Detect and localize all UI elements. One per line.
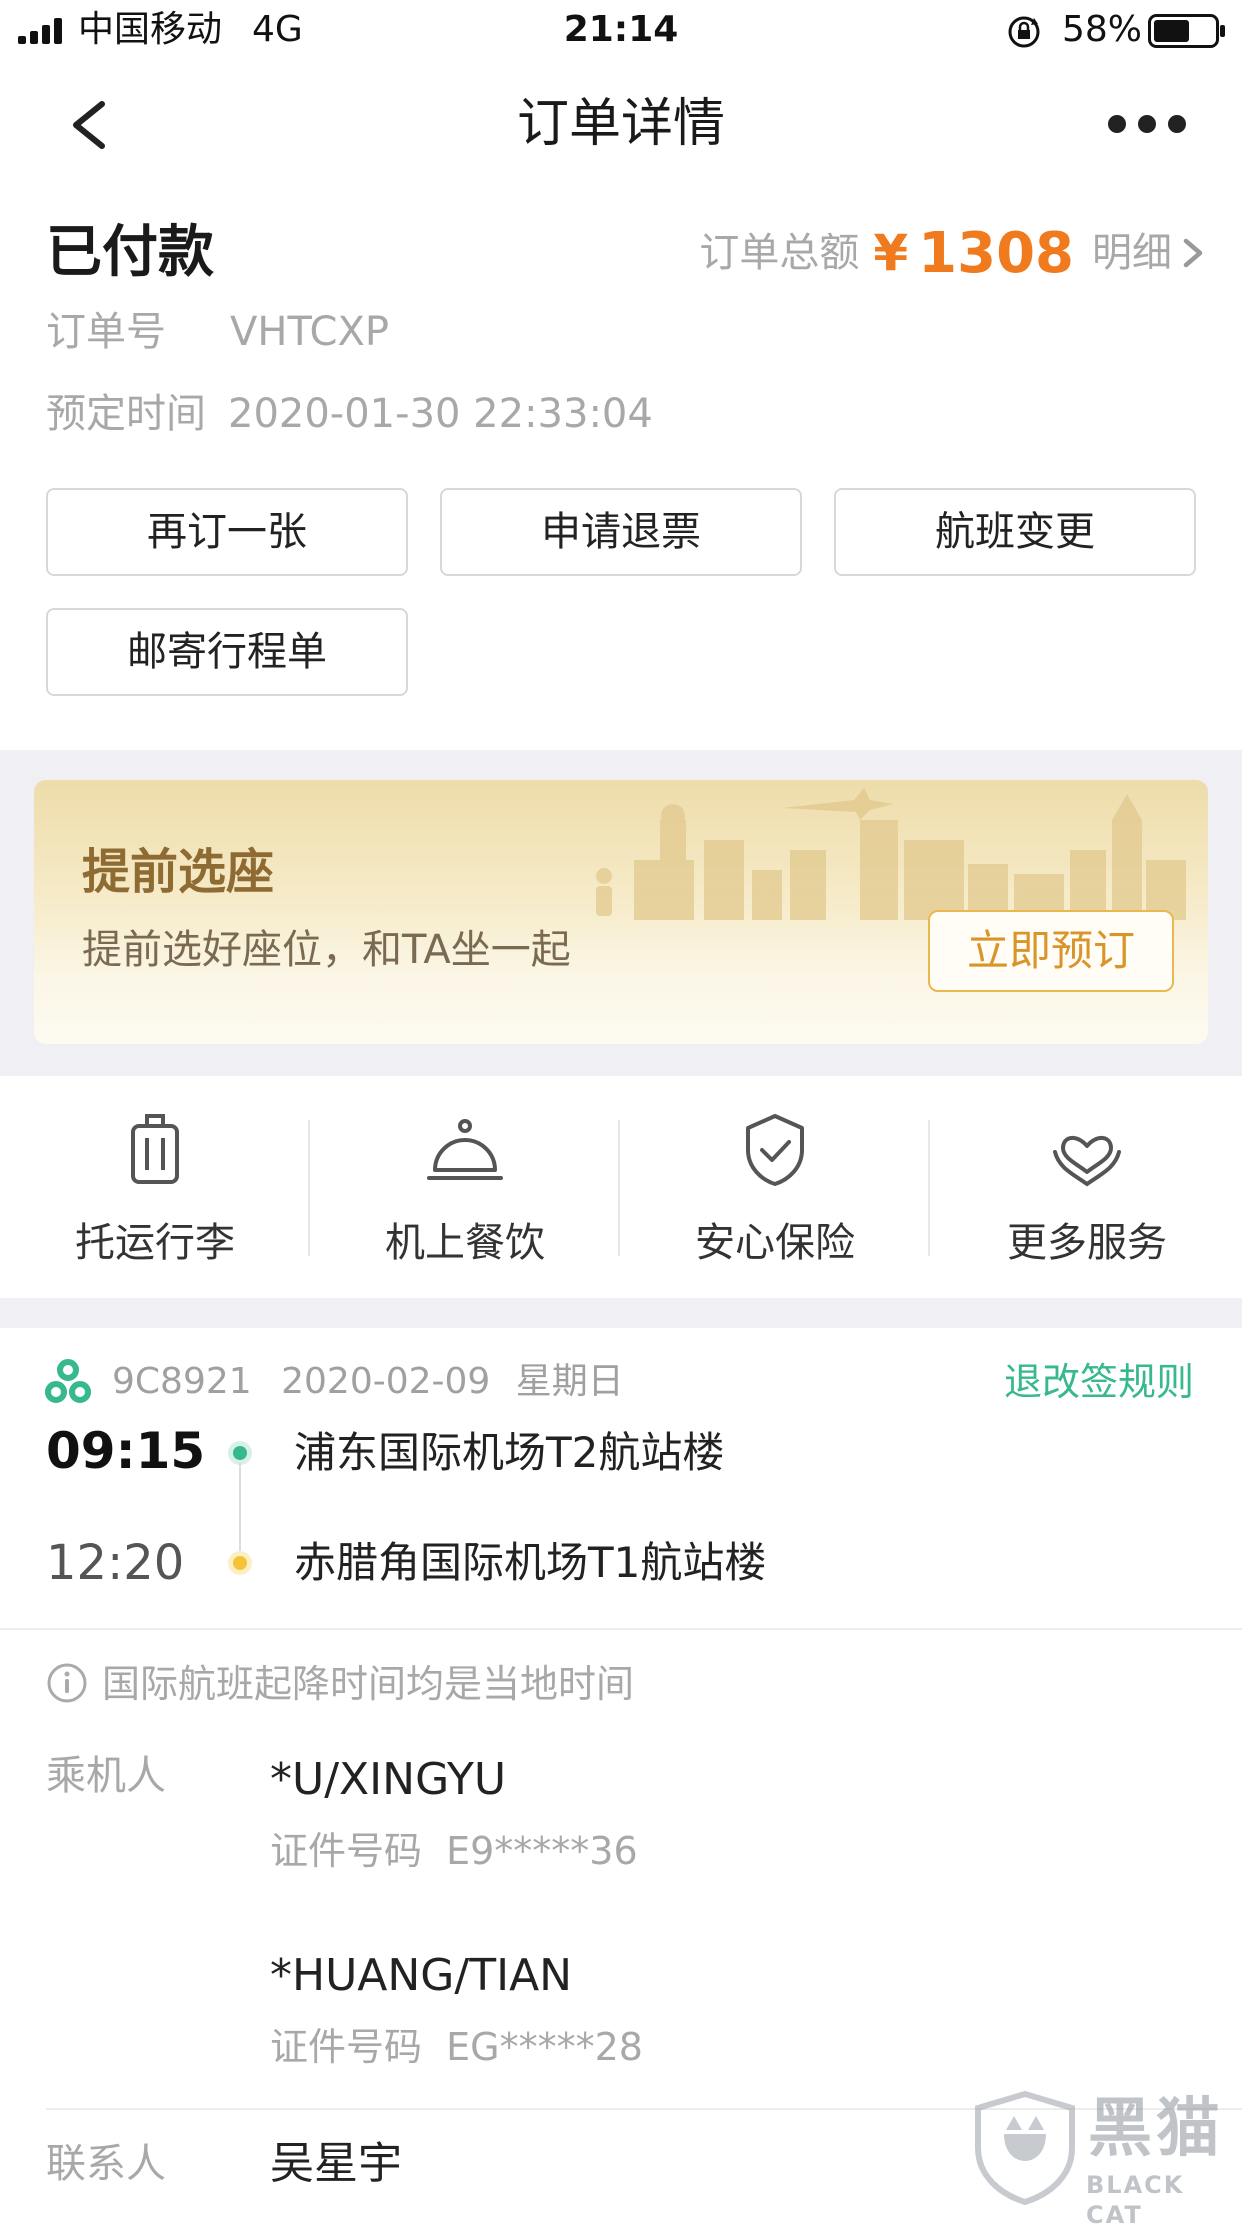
chevron-right-icon <box>1183 238 1203 268</box>
service-meals[interactable]: 机上餐饮 <box>310 1112 620 1272</box>
more-dots-icon <box>1108 115 1186 133</box>
banner-subtitle: 提前选好座位，和TA坐一起 <box>82 927 571 973</box>
order-total-amount: 1308 <box>918 220 1074 286</box>
passenger-name: *HUANG/TIAN <box>270 1950 573 2001</box>
arrival-time: 12:20 <box>46 1535 185 1591</box>
passenger-id-value: EG*****28 <box>446 2025 643 2069</box>
passenger-id: 证件号码 EG*****28 <box>270 2020 643 2074</box>
mail-itinerary-button[interactable]: 邮寄行程单 <box>46 608 408 696</box>
departure-dot <box>233 1446 247 1460</box>
route-line <box>239 1462 241 1562</box>
page-title: 订单详情 <box>516 94 725 154</box>
contact-name: 吴星宇 <box>270 2138 402 2189</box>
order-number-label: 订单号 <box>46 309 166 355</box>
arrival-airport: 赤腊角国际机场T1航站楼 <box>294 1538 767 1587</box>
shield-check-icon <box>746 1114 804 1186</box>
city-skyline-illustration <box>596 788 1186 920</box>
luggage-icon <box>131 1114 179 1184</box>
service-label: 安心保险 <box>695 1220 855 1266</box>
order-status: 已付款 <box>46 220 214 285</box>
local-time-notice: 国际航班起降时间均是当地时间 <box>102 1662 635 1706</box>
currency-symbol: ¥ <box>873 224 909 282</box>
contact-label: 联系人 <box>46 2141 166 2187</box>
service-label: 机上餐饮 <box>385 1220 545 1266</box>
watermark-en: BLACK CAT <box>1086 2171 1185 2229</box>
seat-selection-banner[interactable]: 提前选座 提前选好座位，和TA坐一起 立即预订 <box>34 780 1208 1044</box>
rebook-button[interactable]: 再订一张 <box>46 488 408 576</box>
cat-shield-logo <box>975 2090 1075 2206</box>
refund-button[interactable]: 申请退票 <box>440 488 802 576</box>
book-seat-button[interactable]: 立即预订 <box>928 910 1174 992</box>
passenger-id-value: E9*****36 <box>446 1829 638 1873</box>
flight-date: 2020-02-09 <box>281 1361 491 1402</box>
rotation-lock-icon <box>1004 12 1044 56</box>
flight-change-button[interactable]: 航班变更 <box>834 488 1196 576</box>
more-options-button[interactable] <box>1106 104 1188 144</box>
flight-meta: 9C8921 2020-02-09 星期日 <box>112 1356 624 1408</box>
service-luggage[interactable]: 托运行李 <box>0 1112 310 1272</box>
divider <box>0 1628 1242 1630</box>
flight-weekday: 星期日 <box>515 1361 624 1402</box>
change-rules-link[interactable]: 退改签规则 <box>1004 1356 1194 1408</box>
heart-hand-icon <box>1053 1136 1121 1187</box>
passenger-name: *U/XINGYU <box>270 1754 507 1805</box>
departure-airport: 浦东国际机场T2航站楼 <box>294 1428 725 1477</box>
service-insurance[interactable]: 安心保险 <box>620 1112 930 1272</box>
arrival-dot <box>233 1556 247 1570</box>
blackcat-watermark: 黑猫 BLACK CAT <box>970 2090 1240 2229</box>
info-icon <box>46 1662 88 1708</box>
passenger-label: 乘机人 <box>46 1753 166 1799</box>
section-divider <box>0 1298 1242 1328</box>
price-detail-link[interactable]: 明细 <box>1092 225 1172 281</box>
clock: 21:14 <box>563 9 679 50</box>
service-more[interactable]: 更多服务 <box>932 1112 1242 1272</box>
order-number-value: VHTCXP <box>230 309 389 355</box>
flight-number: 9C8921 <box>112 1361 252 1402</box>
passenger-id-label: 证件号码 <box>270 1829 423 1873</box>
banner-title: 提前选座 <box>82 844 275 900</box>
battery-icon <box>1148 14 1226 52</box>
departure-time: 09:15 <box>46 1422 206 1480</box>
food-cloche-icon <box>427 1119 503 1180</box>
service-label: 托运行李 <box>75 1220 235 1266</box>
order-total-label: 订单总额 <box>699 230 860 276</box>
order-total-row[interactable]: 订单总额 ¥ 1308 明细 <box>699 218 1208 288</box>
watermark-cn: 黑猫 <box>1088 2092 1224 2166</box>
airline-logo-icon <box>44 1358 92 1410</box>
booking-time-label: 预定时间 <box>46 391 206 437</box>
service-label: 更多服务 <box>1007 1220 1167 1266</box>
battery-percent: 58% <box>1062 9 1143 50</box>
passenger-id-label: 证件号码 <box>270 2025 423 2069</box>
booking-time-value: 2020-01-30 22:33:04 <box>228 391 653 437</box>
passenger-id: 证件号码 E9*****36 <box>270 1824 638 1878</box>
service-separator <box>928 1120 930 1256</box>
